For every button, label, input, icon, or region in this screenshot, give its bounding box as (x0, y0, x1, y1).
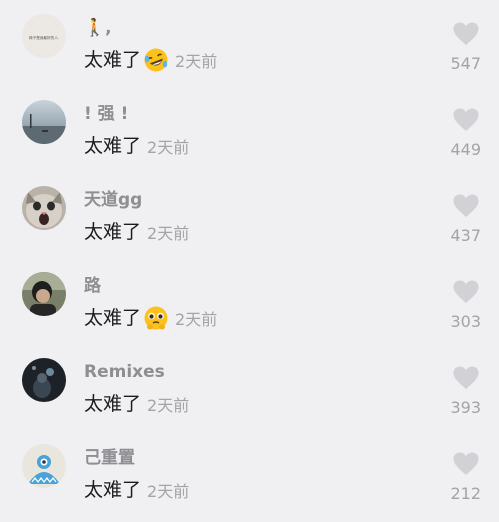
comment-item: 路 太难了 2天前 303 (0, 272, 499, 358)
heart-icon[interactable] (453, 452, 479, 476)
avatar[interactable] (22, 186, 66, 230)
heart-icon[interactable] (453, 280, 479, 304)
like-count: 212 (450, 484, 481, 503)
comment-item: 天道gg 太难了 2天前 437 (0, 186, 499, 272)
comment-time: 2天前 (175, 52, 218, 71)
comment-list: 椅子是我最好的人. 🚶, 太难了 2天前 547 ! 强 ! 太难了 2天前 4… (0, 0, 499, 522)
avatar[interactable] (22, 272, 66, 316)
comment-text: 太难了 (84, 479, 142, 501)
username[interactable]: Remixes (84, 362, 165, 382)
comment-text: 太难了 (84, 221, 142, 243)
comment-time: 2天前 (147, 482, 190, 501)
comment-text: 太难了 (84, 49, 142, 71)
comment-item: Remixes 太难了 2天前 393 (0, 358, 499, 444)
comment-text: 太难了 (84, 307, 142, 329)
avatar[interactable] (22, 358, 66, 402)
svg-text:椅子是我最好的人.: 椅子是我最好的人. (29, 35, 59, 40)
comment-text: 太难了 (84, 135, 142, 157)
like-count: 547 (450, 54, 481, 73)
rolling-on-floor-laughing-emoji (143, 47, 169, 73)
comment-time: 2天前 (147, 138, 190, 157)
pleading-face-emoji (143, 305, 169, 331)
username[interactable]: ! 强 ! (84, 104, 128, 124)
comment-content: 太难了 2天前 (84, 218, 189, 246)
comment-content: 太难了 2天前 (84, 132, 189, 160)
comment-time: 2天前 (175, 310, 218, 329)
like-count: 303 (450, 312, 481, 331)
heart-icon[interactable] (453, 22, 479, 46)
comment-content: 太难了 2天前 (84, 476, 189, 504)
avatar[interactable] (22, 444, 66, 488)
avatar[interactable]: 椅子是我最好的人. (22, 14, 66, 58)
like-count: 393 (450, 398, 481, 417)
comment-time: 2天前 (147, 224, 190, 243)
comment-item: 椅子是我最好的人. 🚶, 太难了 2天前 547 (0, 14, 499, 100)
comment-text: 太难了 (84, 393, 142, 415)
like-count: 449 (450, 140, 481, 159)
comment-content: 太难了 2天前 (84, 390, 189, 418)
like-count: 437 (450, 226, 481, 245)
username[interactable]: 🚶, (84, 18, 112, 38)
heart-icon[interactable] (453, 194, 479, 218)
username[interactable]: 己重置 (84, 448, 135, 468)
heart-icon[interactable] (453, 366, 479, 390)
avatar[interactable] (22, 100, 66, 144)
heart-icon[interactable] (453, 108, 479, 132)
comment-item: 己重置 太难了 2天前 212 (0, 444, 499, 522)
username[interactable]: 天道gg (84, 190, 142, 210)
comment-time: 2天前 (147, 396, 190, 415)
username[interactable]: 路 (84, 276, 101, 296)
comment-content: 太难了 2天前 (84, 304, 217, 332)
comment-item: ! 强 ! 太难了 2天前 449 (0, 100, 499, 186)
comment-content: 太难了 2天前 (84, 46, 217, 74)
